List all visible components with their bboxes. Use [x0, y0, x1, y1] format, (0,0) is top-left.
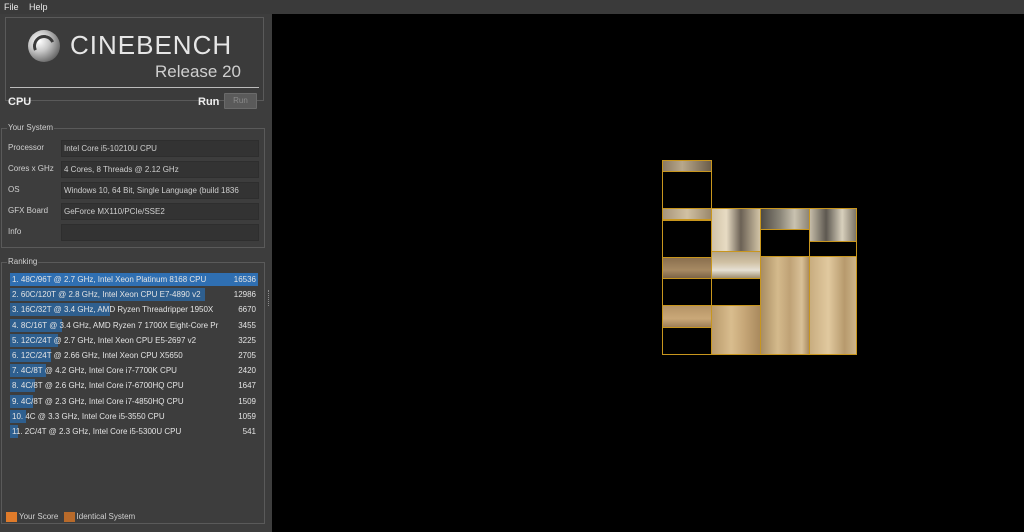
- ranking-score: 2705: [238, 351, 256, 360]
- render-tile: [662, 257, 712, 279]
- logo-header: CINEBENCH Release 20: [5, 17, 264, 101]
- gfx-field[interactable]: GeForce MX110/PCIe/SSE2: [61, 203, 259, 220]
- render-tile: [809, 241, 857, 257]
- render-tile: [809, 208, 857, 242]
- render-tile: [711, 208, 761, 252]
- run-label: Run: [198, 96, 220, 108]
- cores-field[interactable]: 4 Cores, 8 Threads @ 2.12 GHz: [61, 161, 259, 178]
- cores-label: Cores x GHz: [8, 164, 54, 173]
- ranking-score: 3225: [238, 335, 256, 345]
- ranking-group: Ranking 1. 48C/96T @ 2.7 GHz, Intel Xeon…: [1, 257, 265, 524]
- ranking-row[interactable]: 3. 16C/32T @ 3.4 GHz, AMD Ryzen Threadri…: [10, 303, 258, 317]
- info-label: Info: [8, 227, 22, 236]
- render-tile: [760, 208, 810, 230]
- ranking-row[interactable]: 11. 2C/4T @ 2.3 GHz, Intel Core i5-5300U…: [10, 425, 258, 438]
- render-tile: [760, 229, 810, 257]
- ranking-cpu-name: 4. 8C/16T @ 3.4 GHz, AMD Ryzen 7 1700X E…: [12, 320, 219, 330]
- processor-field[interactable]: Intel Core i5-10210U CPU: [61, 140, 259, 157]
- menu-help[interactable]: Help: [25, 0, 52, 14]
- ranking-cpu-name: 11. 2C/4T @ 2.3 GHz, Intel Core i5-5300U…: [12, 427, 182, 436]
- ranking-cpu-name: 10. 4C @ 3.3 GHz, Intel Core i5-3550 CPU: [12, 411, 165, 421]
- left-panel: CINEBENCH Release 20 CPU Run Run Your Sy…: [0, 14, 272, 532]
- cores-row: Cores x GHz 4 Cores, 8 Threads @ 2.12 GH…: [8, 161, 260, 178]
- render-tile: [662, 220, 712, 258]
- ranking-score: 12986: [233, 290, 256, 300]
- ranking-cpu-name: 2. 60C/120T @ 2.8 GHz, Intel Xeon CPU E7…: [12, 290, 201, 300]
- ranking-cpu-name: 7. 4C/8T @ 4.2 GHz, Intel Core i7-7700K …: [12, 366, 177, 376]
- render-tile: [809, 256, 857, 355]
- render-tile: [662, 305, 712, 328]
- ranking-score: 16536: [233, 275, 256, 284]
- ranking-score: 6670: [238, 305, 256, 315]
- menu-bar: File Help: [0, 0, 1024, 14]
- ranking-score: 1509: [238, 396, 256, 406]
- your-score-legend: Your Score: [19, 512, 59, 521]
- render-tile: [662, 327, 712, 355]
- release-label: Release 20: [154, 62, 241, 81]
- ranking-cpu-name: 3. 16C/32T @ 3.4 GHz, AMD Ryzen Threadri…: [12, 305, 214, 315]
- menu-file[interactable]: File: [0, 0, 23, 14]
- app-title: CINEBENCH: [70, 30, 233, 60]
- ranking-cpu-name: 1. 48C/96T @ 2.7 GHz, Intel Xeon Platinu…: [12, 275, 207, 284]
- render-tile: [760, 256, 810, 355]
- identical-system-legend: Identical System: [76, 512, 136, 521]
- ranking-row[interactable]: 1. 48C/96T @ 2.7 GHz, Intel Xeon Platinu…: [10, 273, 258, 286]
- render-viewport: [273, 14, 1024, 532]
- ranking-score: 1059: [238, 411, 256, 421]
- cpu-test-label: CPU: [8, 96, 32, 108]
- panel-resize-handle[interactable]: [268, 290, 271, 306]
- gfx-label: GFX Board: [8, 206, 49, 215]
- run-button[interactable]: Run: [224, 93, 257, 109]
- ranking-row[interactable]: 8. 4C/8T @ 2.6 GHz, Intel Core i7-6700HQ…: [10, 379, 258, 393]
- ranking-cpu-name: 5. 12C/24T @ 2.7 GHz, Intel Xeon CPU E5-…: [12, 335, 197, 345]
- os-field[interactable]: Windows 10, 64 Bit, Single Language (bui…: [61, 182, 259, 199]
- os-label: OS: [8, 185, 20, 194]
- ranking-row[interactable]: 9. 4C/8T @ 2.3 GHz, Intel Core i7-4850HQ…: [10, 394, 258, 408]
- ranking-score: 2420: [238, 366, 256, 376]
- ranking-row[interactable]: 6. 12C/24T @ 2.66 GHz, Intel Xeon CPU X5…: [10, 349, 258, 362]
- render-tile: [711, 251, 761, 279]
- logo-divider: [10, 87, 259, 88]
- ranking-cpu-name: 6. 12C/24T @ 2.66 GHz, Intel Xeon CPU X5…: [12, 351, 183, 360]
- ranking-row[interactable]: 2. 60C/120T @ 2.8 GHz, Intel Xeon CPU E7…: [10, 288, 258, 302]
- legend: Your Score Identical System: [6, 512, 135, 522]
- processor-label: Processor: [8, 143, 45, 152]
- your-system-group: Your System Processor Intel Core i5-1021…: [1, 123, 265, 248]
- render-tile: [662, 278, 712, 306]
- ranking-score: 541: [242, 427, 256, 436]
- ranking-cpu-name: 9. 4C/8T @ 2.3 GHz, Intel Core i7-4850HQ…: [12, 396, 184, 406]
- info-row: Info: [8, 224, 260, 241]
- gfx-row: GFX Board GeForce MX110/PCIe/SSE2: [8, 203, 260, 220]
- ranking-score: 3455: [238, 320, 256, 330]
- render-tile: [711, 278, 761, 306]
- your-system-title: Your System: [7, 123, 55, 132]
- ranking-score: 1647: [238, 381, 256, 391]
- ranking-row[interactable]: 5. 12C/24T @ 2.7 GHz, Intel Xeon CPU E5-…: [10, 333, 258, 347]
- render-tile: [662, 171, 712, 209]
- render-tile: [662, 208, 712, 220]
- render-tile: [711, 305, 761, 355]
- ranking-row[interactable]: 10. 4C @ 3.3 GHz, Intel Core i5-3550 CPU…: [10, 409, 258, 423]
- ranking-row[interactable]: 4. 8C/16T @ 3.4 GHz, AMD Ryzen 7 1700X E…: [10, 318, 258, 332]
- identical-system-swatch: [63, 512, 75, 522]
- your-score-swatch: [6, 512, 17, 522]
- info-field[interactable]: [61, 224, 259, 241]
- os-row: OS Windows 10, 64 Bit, Single Language (…: [8, 182, 260, 199]
- ranking-title: Ranking: [7, 257, 39, 266]
- ranking-row[interactable]: 7. 4C/8T @ 4.2 GHz, Intel Core i7-7700K …: [10, 364, 258, 378]
- ranking-cpu-name: 8. 4C/8T @ 2.6 GHz, Intel Core i7-6700HQ…: [12, 381, 184, 391]
- processor-row: Processor Intel Core i5-10210U CPU: [8, 140, 260, 157]
